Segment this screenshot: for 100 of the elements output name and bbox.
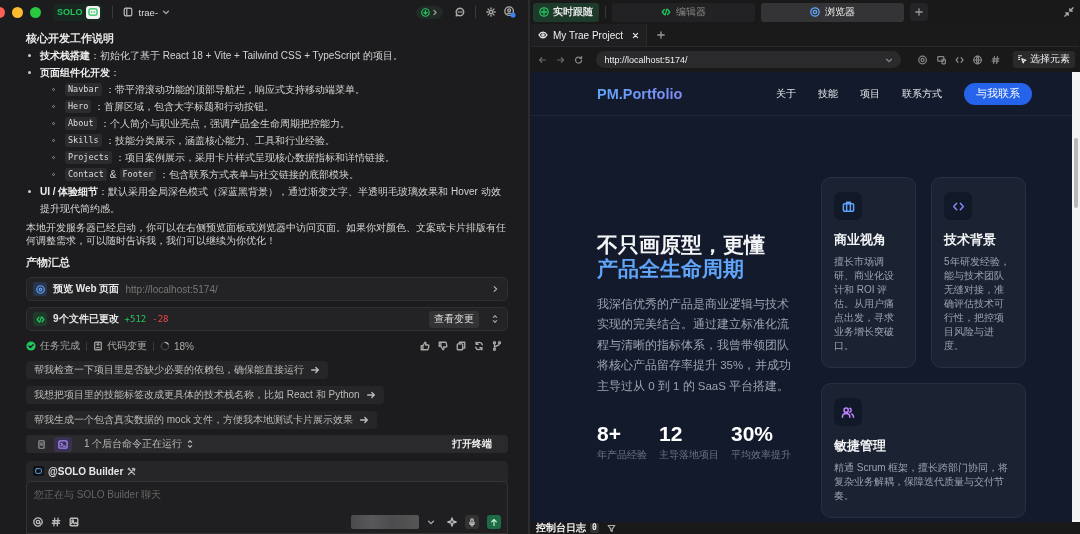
hash-icon[interactable]	[51, 517, 61, 527]
message-text: 本地开发服务器已经启动，你可以在右侧预览面板或浏览器中访问页面。如果你对颜色、文案或卡片排版有任何调整需求，可以随时告诉我，我们可以继续为你优化！	[26, 221, 507, 247]
panel-tab[interactable]: 浏览器	[761, 2, 904, 22]
thumbs-up-icon[interactable]	[420, 341, 430, 351]
arrow-right-icon	[359, 415, 370, 425]
list-text: ：首屏区域，包含大字标题和行动按钮。	[94, 100, 275, 114]
compass-icon	[35, 284, 45, 294]
stat-label: 平均效率提升	[731, 448, 791, 463]
project-name[interactable]: trae-	[138, 6, 159, 18]
add-tab-button[interactable]	[910, 3, 928, 21]
list-text: ：包含联系方式表单与社交链接的底部模块。	[159, 168, 360, 182]
suggestion-chip[interactable]: 帮我检查一下项目里是否缺少必要的依赖包，确保能直接运行	[26, 361, 328, 379]
maximize-window-button[interactable]	[30, 6, 41, 18]
list-text: ：项目案例展示，采用卡片样式呈现核心数据指标和详情链接。	[114, 151, 395, 165]
panel-tab[interactable]: 编辑器	[612, 2, 755, 22]
hero-headline-accent: 产品全生命周期	[597, 256, 745, 281]
app-logo[interactable]: SOLO	[53, 3, 102, 21]
chevron-down-icon	[427, 518, 435, 526]
account-icon[interactable]	[504, 6, 516, 18]
sparkle-icon[interactable]	[447, 517, 457, 527]
filter-icon[interactable]	[606, 523, 616, 533]
card-text: 精通 Scrum 框架，擅长跨部门协同，将复杂业务解耦，保障迭代质量与交付节奏。	[834, 461, 1010, 503]
site-logo[interactable]: PM.Portfolio	[597, 85, 683, 102]
microphone-icon	[468, 517, 476, 527]
nav-link[interactable]: 关于	[776, 86, 796, 101]
download-button[interactable]	[416, 5, 443, 19]
briefcase-icon	[841, 199, 855, 213]
select-element-button[interactable]: 选择元素	[1013, 51, 1076, 68]
back-icon[interactable]	[538, 54, 548, 65]
follow-toggle[interactable]: 实时跟随	[533, 2, 599, 22]
thumbs-down-icon[interactable]	[438, 341, 448, 351]
view-changes-button[interactable]: 查看变更	[429, 310, 479, 328]
settings-icon[interactable]	[486, 7, 496, 17]
nav-link[interactable]: 技能	[818, 86, 838, 101]
chevron-right-icon	[491, 285, 499, 293]
terminal-tab-button[interactable]	[54, 436, 72, 452]
progress-ring-icon	[160, 341, 170, 351]
up-down-caret-icon[interactable]	[186, 439, 195, 449]
browser-tab[interactable]: My Trae Project	[531, 24, 648, 46]
copy-icon[interactable]	[456, 341, 466, 351]
status-label: 任务完成	[40, 339, 80, 353]
check-circle-icon	[26, 341, 36, 351]
list-text: ：带平滑滚动功能的顶部导航栏，响应式支持移动端菜单。	[104, 83, 365, 97]
responsive-icon[interactable]	[936, 54, 946, 65]
code-icon[interactable]	[954, 54, 964, 65]
bullet-dot	[28, 190, 31, 193]
globe-icon[interactable]	[972, 54, 982, 65]
code-span: Hero	[65, 100, 92, 113]
section-heading: 产物汇总	[26, 255, 71, 270]
file-icon	[36, 439, 46, 449]
chevron-down-icon	[162, 8, 171, 16]
cursor-select-icon	[1018, 55, 1028, 64]
list-text: ：技能分类展示，涵盖核心能力、工具和行业经验。	[104, 134, 335, 148]
minimize-window-button[interactable]	[12, 6, 23, 18]
agent-name[interactable]: @SOLO Builder	[48, 465, 124, 477]
open-terminal-button[interactable]: 打开终端	[446, 436, 498, 452]
card-text: 擅长市场调研、商业化设计和 ROI 评估。从用户痛点出发，寻求业务增长突破口。	[834, 255, 895, 353]
arrow-right-icon	[310, 365, 320, 375]
nav-link[interactable]: 项目	[860, 86, 880, 101]
code-span: Footer	[119, 168, 157, 181]
list-text: &	[109, 168, 117, 182]
collapse-icon[interactable]	[1064, 7, 1074, 17]
address-field[interactable]: http://localhost:5174/	[596, 51, 902, 68]
reload-icon[interactable]	[574, 54, 584, 65]
chat-bubble-icon[interactable]	[455, 7, 465, 17]
list-text: 技术栈搭建：初始化了基于 React 18 + Vite + Tailwind CSS + TypeScript 的项目。	[40, 50, 403, 61]
code-icon	[661, 7, 671, 17]
removed-lines: -28	[152, 314, 169, 324]
compass-icon[interactable]	[918, 54, 928, 65]
image-icon[interactable]	[69, 517, 79, 527]
background-task-status[interactable]: 1 个后台命令正在运行	[84, 437, 183, 451]
send-button[interactable]	[487, 515, 501, 529]
suggestion-chip[interactable]: 帮我生成一个包含真实数据的 mock 文件，方便我本地测试卡片展示效果	[26, 411, 378, 429]
mention-icon[interactable]	[33, 517, 43, 527]
up-down-caret-icon[interactable]	[491, 314, 499, 324]
suggestion-chip[interactable]: 我想把项目里的技能标签改成更具体的技术栈名称，比如 React 和 Python	[26, 386, 384, 404]
console-log-tab[interactable]: 控制台日志	[536, 522, 586, 534]
nav-link[interactable]: 联系方式	[902, 86, 942, 101]
stat-value: 12	[659, 422, 684, 447]
list-text: 页面组件化开发：	[40, 67, 120, 78]
follow-icon	[539, 7, 549, 17]
contact-button[interactable]: 与我联系	[964, 82, 1032, 105]
arrow-up-icon	[490, 517, 498, 527]
plus-icon[interactable]	[657, 31, 666, 39]
close-icon[interactable]	[632, 31, 640, 39]
bullet-dot	[28, 54, 31, 57]
chevron-right-icon	[432, 8, 438, 16]
scrollbar[interactable]	[1072, 72, 1080, 522]
microphone-button[interactable]	[465, 515, 479, 529]
sidebar-toggle-icon[interactable]	[122, 7, 133, 17]
hash-icon[interactable]	[990, 54, 1001, 65]
code-span: Contact	[65, 168, 107, 181]
branch-icon[interactable]	[492, 341, 502, 351]
added-lines: +512	[124, 314, 147, 324]
preview-card[interactable]: 预览 Web 页面 http://localhost:5174/	[26, 277, 508, 301]
refresh-icon[interactable]	[474, 341, 484, 351]
arrow-right-icon	[365, 390, 376, 400]
forward-icon[interactable]	[556, 54, 566, 65]
download-icon	[421, 7, 430, 17]
code-span: Navbar	[65, 83, 102, 96]
